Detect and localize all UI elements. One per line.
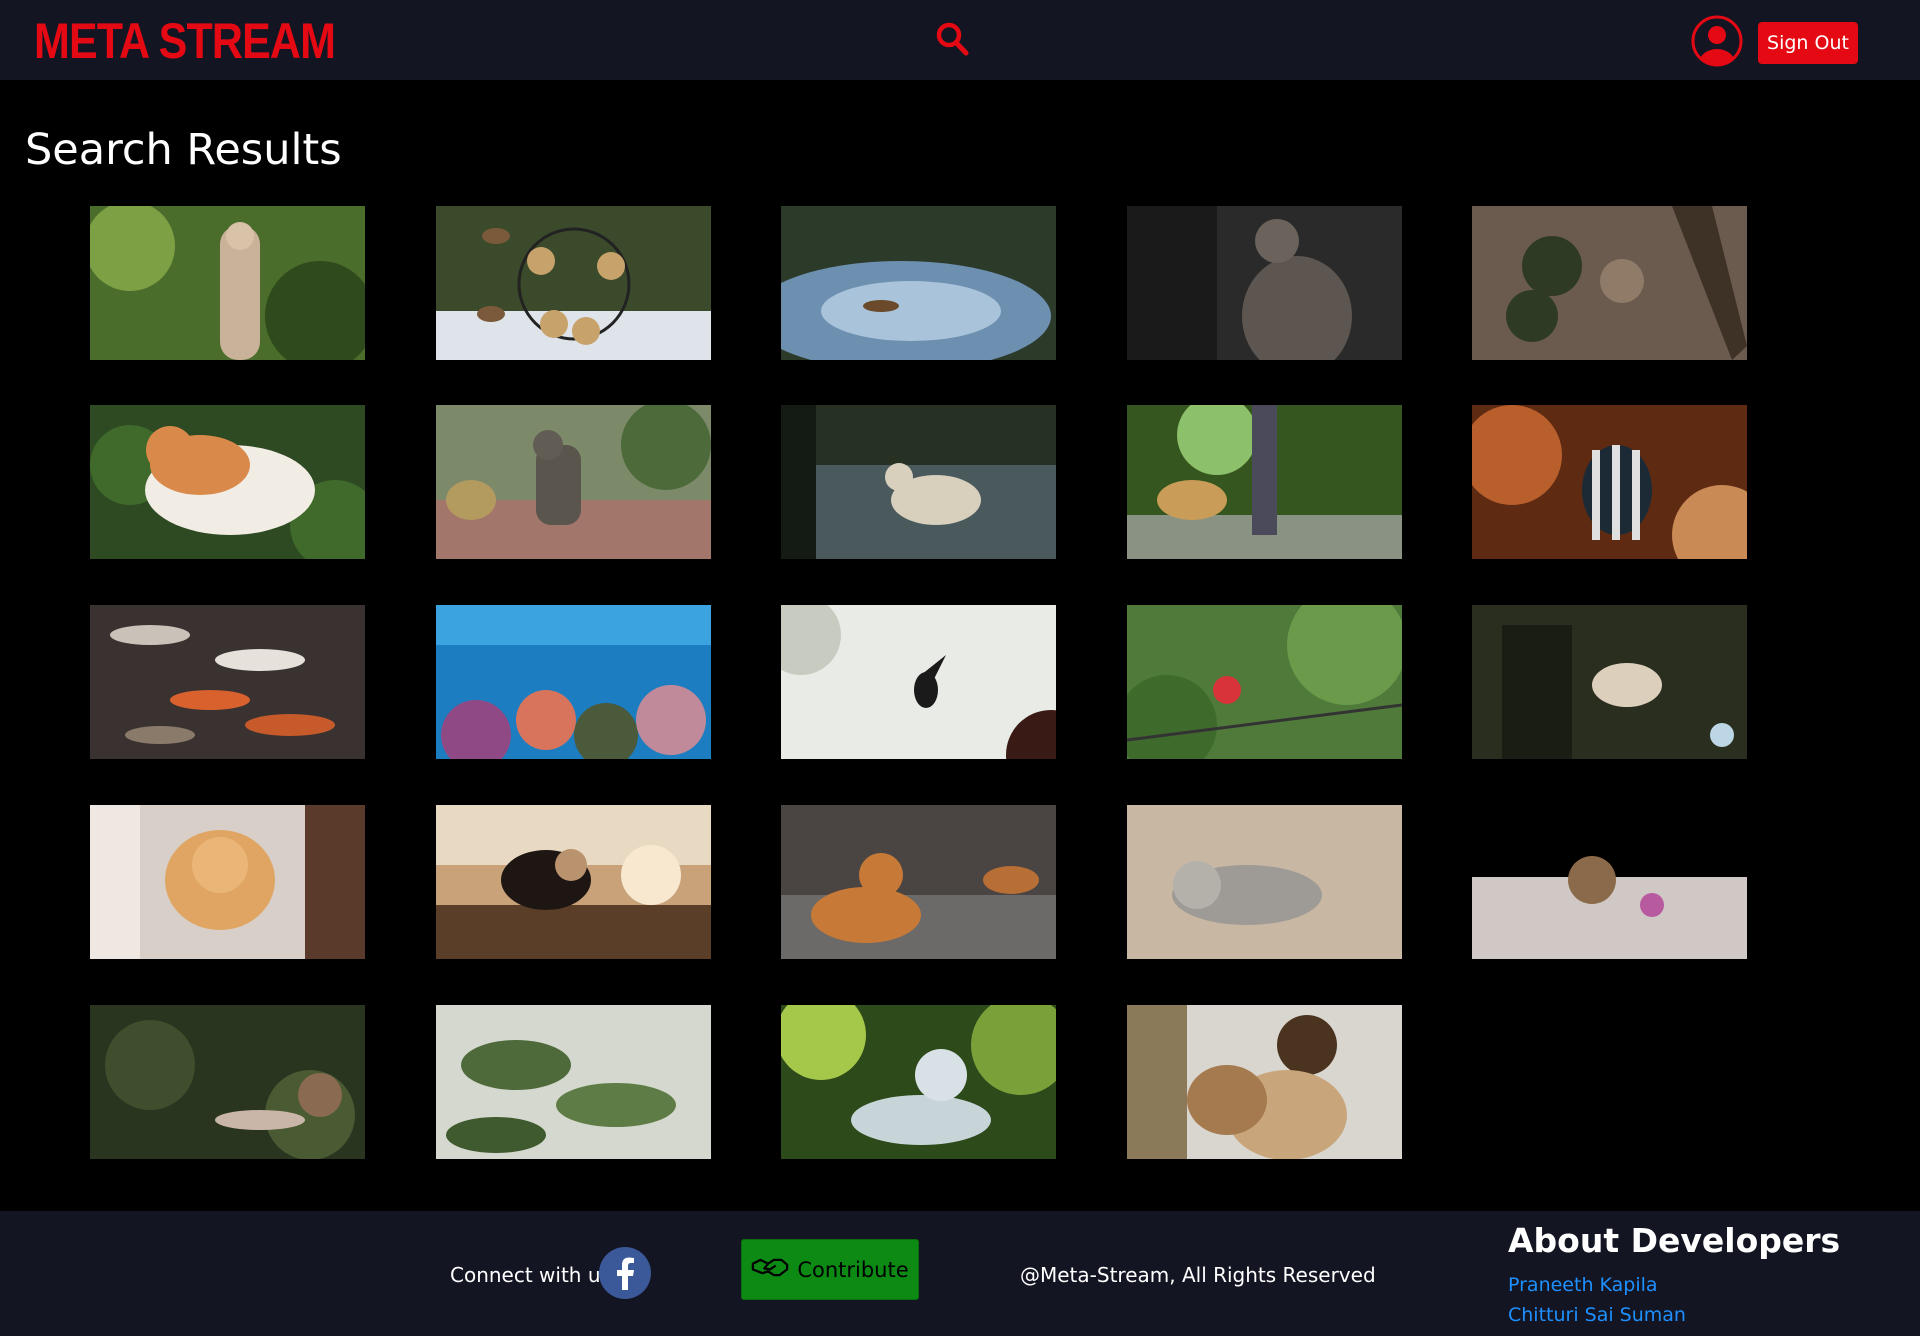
connect-label: Connect with us	[450, 1263, 611, 1287]
video-thumbnail[interactable]	[1472, 805, 1747, 959]
video-thumbnail[interactable]	[1472, 405, 1747, 559]
video-thumbnail[interactable]	[1127, 405, 1402, 559]
video-thumbnail[interactable]	[1127, 605, 1402, 759]
developer-link[interactable]: Praneeth Kapila	[1508, 1272, 1658, 1298]
video-thumbnail[interactable]	[90, 805, 365, 959]
video-thumbnail[interactable]	[436, 405, 711, 559]
video-thumbnail[interactable]	[436, 605, 711, 759]
video-thumbnail[interactable]	[90, 605, 365, 759]
video-thumbnail[interactable]	[1127, 206, 1402, 360]
video-thumbnail[interactable]	[781, 805, 1056, 959]
developer-link[interactable]: Chitturi Sai Suman	[1508, 1302, 1686, 1328]
video-thumbnail[interactable]	[436, 1005, 711, 1159]
copyright-text: @Meta-Stream, All Rights Reserved	[1020, 1263, 1376, 1287]
handshake-icon	[751, 1256, 789, 1284]
search-results-grid	[0, 0, 1920, 1336]
contribute-label: Contribute	[797, 1257, 909, 1282]
video-thumbnail[interactable]	[1472, 605, 1747, 759]
video-thumbnail[interactable]	[90, 1005, 365, 1159]
video-thumbnail[interactable]	[781, 605, 1056, 759]
facebook-icon[interactable]	[598, 1246, 652, 1300]
video-thumbnail[interactable]	[436, 206, 711, 360]
video-thumbnail[interactable]	[436, 805, 711, 959]
video-thumbnail[interactable]	[1472, 206, 1747, 360]
contribute-button[interactable]: Contribute	[741, 1239, 919, 1300]
video-thumbnail[interactable]	[90, 206, 365, 360]
video-thumbnail[interactable]	[781, 405, 1056, 559]
video-thumbnail[interactable]	[781, 206, 1056, 360]
about-developers-title: About Developers	[1508, 1221, 1841, 1260]
video-thumbnail[interactable]	[90, 405, 365, 559]
video-thumbnail[interactable]	[781, 1005, 1056, 1159]
video-thumbnail[interactable]	[1127, 1005, 1402, 1159]
video-thumbnail[interactable]	[1127, 805, 1402, 959]
